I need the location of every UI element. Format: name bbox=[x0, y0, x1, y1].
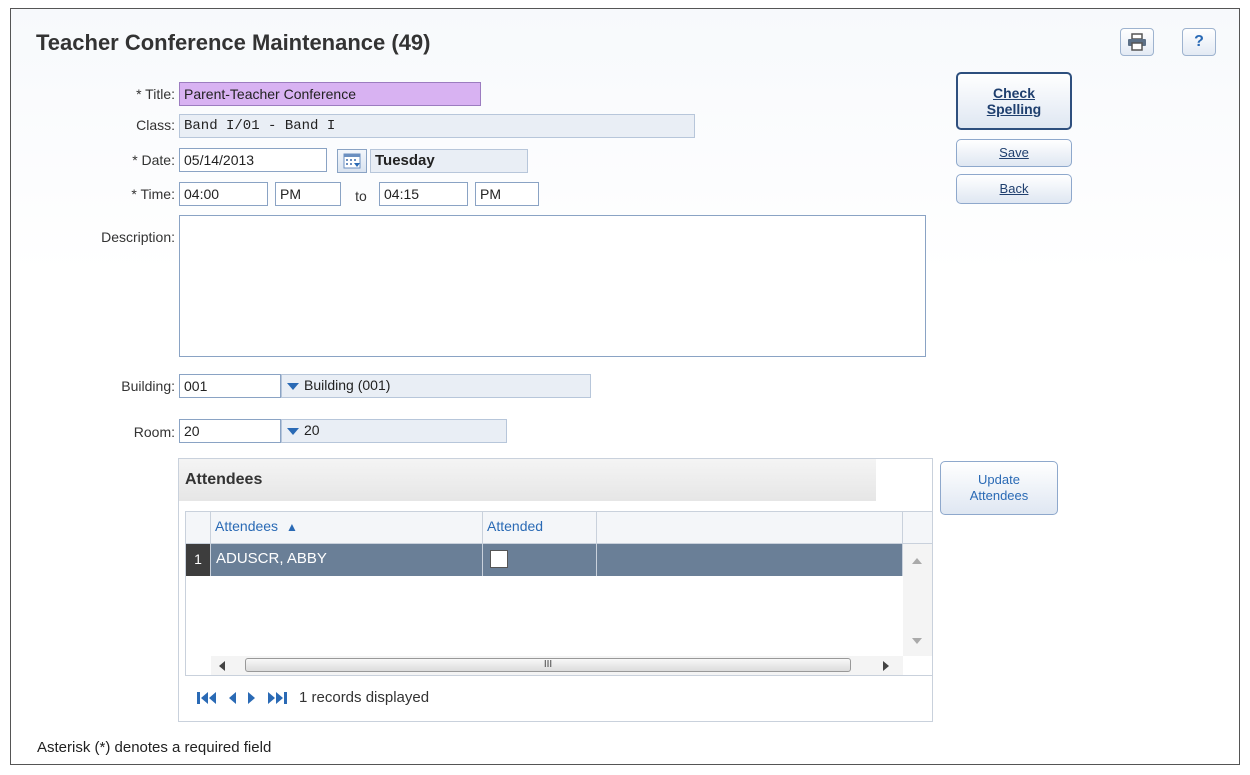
print-button[interactable] bbox=[1120, 28, 1154, 56]
header-gap bbox=[876, 459, 932, 501]
building-code-input[interactable]: 001 bbox=[179, 374, 281, 398]
help-button[interactable]: ? bbox=[1182, 28, 1216, 56]
day-field: Tuesday bbox=[370, 149, 528, 173]
room-dropdown[interactable]: 20 bbox=[281, 419, 507, 443]
row-number-header bbox=[186, 512, 211, 544]
to-label: to bbox=[355, 188, 367, 204]
horizontal-scrollbar[interactable]: III bbox=[211, 656, 903, 675]
calendar-icon bbox=[343, 153, 361, 169]
update-attendees-line1: Update bbox=[978, 472, 1020, 487]
last-page-icon[interactable] bbox=[267, 691, 287, 705]
back-button[interactable]: Back bbox=[956, 174, 1072, 204]
next-page-icon[interactable] bbox=[247, 691, 257, 705]
building-label: Building: bbox=[121, 378, 175, 394]
calendar-button[interactable] bbox=[337, 149, 367, 173]
save-button[interactable]: Save bbox=[956, 139, 1072, 167]
update-attendees-button[interactable]: Update Attendees bbox=[940, 461, 1058, 515]
print-icon bbox=[1128, 33, 1146, 51]
vertical-scrollbar[interactable] bbox=[903, 544, 932, 656]
scroll-up-icon[interactable] bbox=[912, 558, 922, 564]
column-header-attendees[interactable]: Attendees ▲ bbox=[211, 512, 483, 544]
room-name: 20 bbox=[304, 422, 320, 438]
column-header-empty bbox=[597, 512, 903, 544]
date-label: * Date: bbox=[132, 152, 175, 168]
chevron-down-icon bbox=[287, 383, 299, 390]
description-textarea[interactable] bbox=[179, 215, 926, 357]
time-to-ampm[interactable]: PM bbox=[475, 182, 539, 206]
attendee-name[interactable]: ADUSCR, ABBY bbox=[211, 544, 483, 576]
chevron-down-icon bbox=[287, 428, 299, 435]
room-code-input[interactable]: 20 bbox=[179, 419, 281, 443]
time-from-ampm[interactable]: PM bbox=[275, 182, 341, 206]
title-input[interactable]: Parent-Teacher Conference bbox=[179, 82, 481, 106]
check-spelling-button[interactable]: Check Spelling bbox=[956, 72, 1072, 130]
row-number: 1 bbox=[186, 544, 211, 576]
time-label: * Time: bbox=[131, 186, 175, 202]
attended-checkbox[interactable] bbox=[490, 550, 508, 568]
scroll-down-icon[interactable] bbox=[912, 638, 922, 644]
scroll-right-icon[interactable] bbox=[883, 661, 889, 671]
scroll-left-icon[interactable] bbox=[219, 661, 225, 671]
title-label: * Title: bbox=[136, 86, 175, 102]
page-title: Teacher Conference Maintenance (49) bbox=[36, 30, 431, 55]
attended-cell bbox=[483, 544, 597, 576]
sort-ascending-icon: ▲ bbox=[285, 520, 298, 534]
scroll-thumb[interactable]: III bbox=[245, 658, 851, 672]
building-name: Building (001) bbox=[304, 377, 391, 393]
column-header-attendees-label: Attendees bbox=[215, 518, 279, 534]
room-label: Room: bbox=[133, 424, 175, 440]
update-attendees-line2: Attendees bbox=[969, 488, 1029, 503]
check-spelling-line2: Spelling bbox=[986, 101, 1042, 117]
scrollbar-corner bbox=[903, 512, 932, 544]
check-spelling-line1: Check bbox=[992, 85, 1036, 101]
building-dropdown[interactable]: Building (001) bbox=[281, 374, 591, 398]
time-from-input[interactable]: 04:00 bbox=[179, 182, 268, 206]
date-input[interactable]: 05/14/2013 bbox=[179, 148, 327, 172]
class-label: Class: bbox=[136, 117, 175, 133]
first-page-icon[interactable] bbox=[197, 691, 217, 705]
previous-page-icon[interactable] bbox=[227, 691, 237, 705]
description-label: Description: bbox=[101, 229, 175, 245]
time-to-input[interactable]: 04:15 bbox=[379, 182, 468, 206]
class-field: Band I/01 - Band I bbox=[179, 114, 695, 138]
attendees-panel-title: Attendees bbox=[185, 471, 263, 488]
attendees-panel: Attendees Attendees ▲ Attended 1 ADUSCR,… bbox=[178, 458, 933, 722]
empty-cell bbox=[597, 544, 903, 576]
attendees-grid: Attendees ▲ Attended 1 ADUSCR, ABBY III bbox=[185, 511, 933, 676]
column-header-attended[interactable]: Attended bbox=[483, 512, 597, 544]
records-count: 1 records displayed bbox=[299, 689, 430, 706]
required-note: Asterisk (*) denotes a required field bbox=[37, 739, 272, 756]
attendees-panel-header: Attendees bbox=[179, 459, 932, 501]
